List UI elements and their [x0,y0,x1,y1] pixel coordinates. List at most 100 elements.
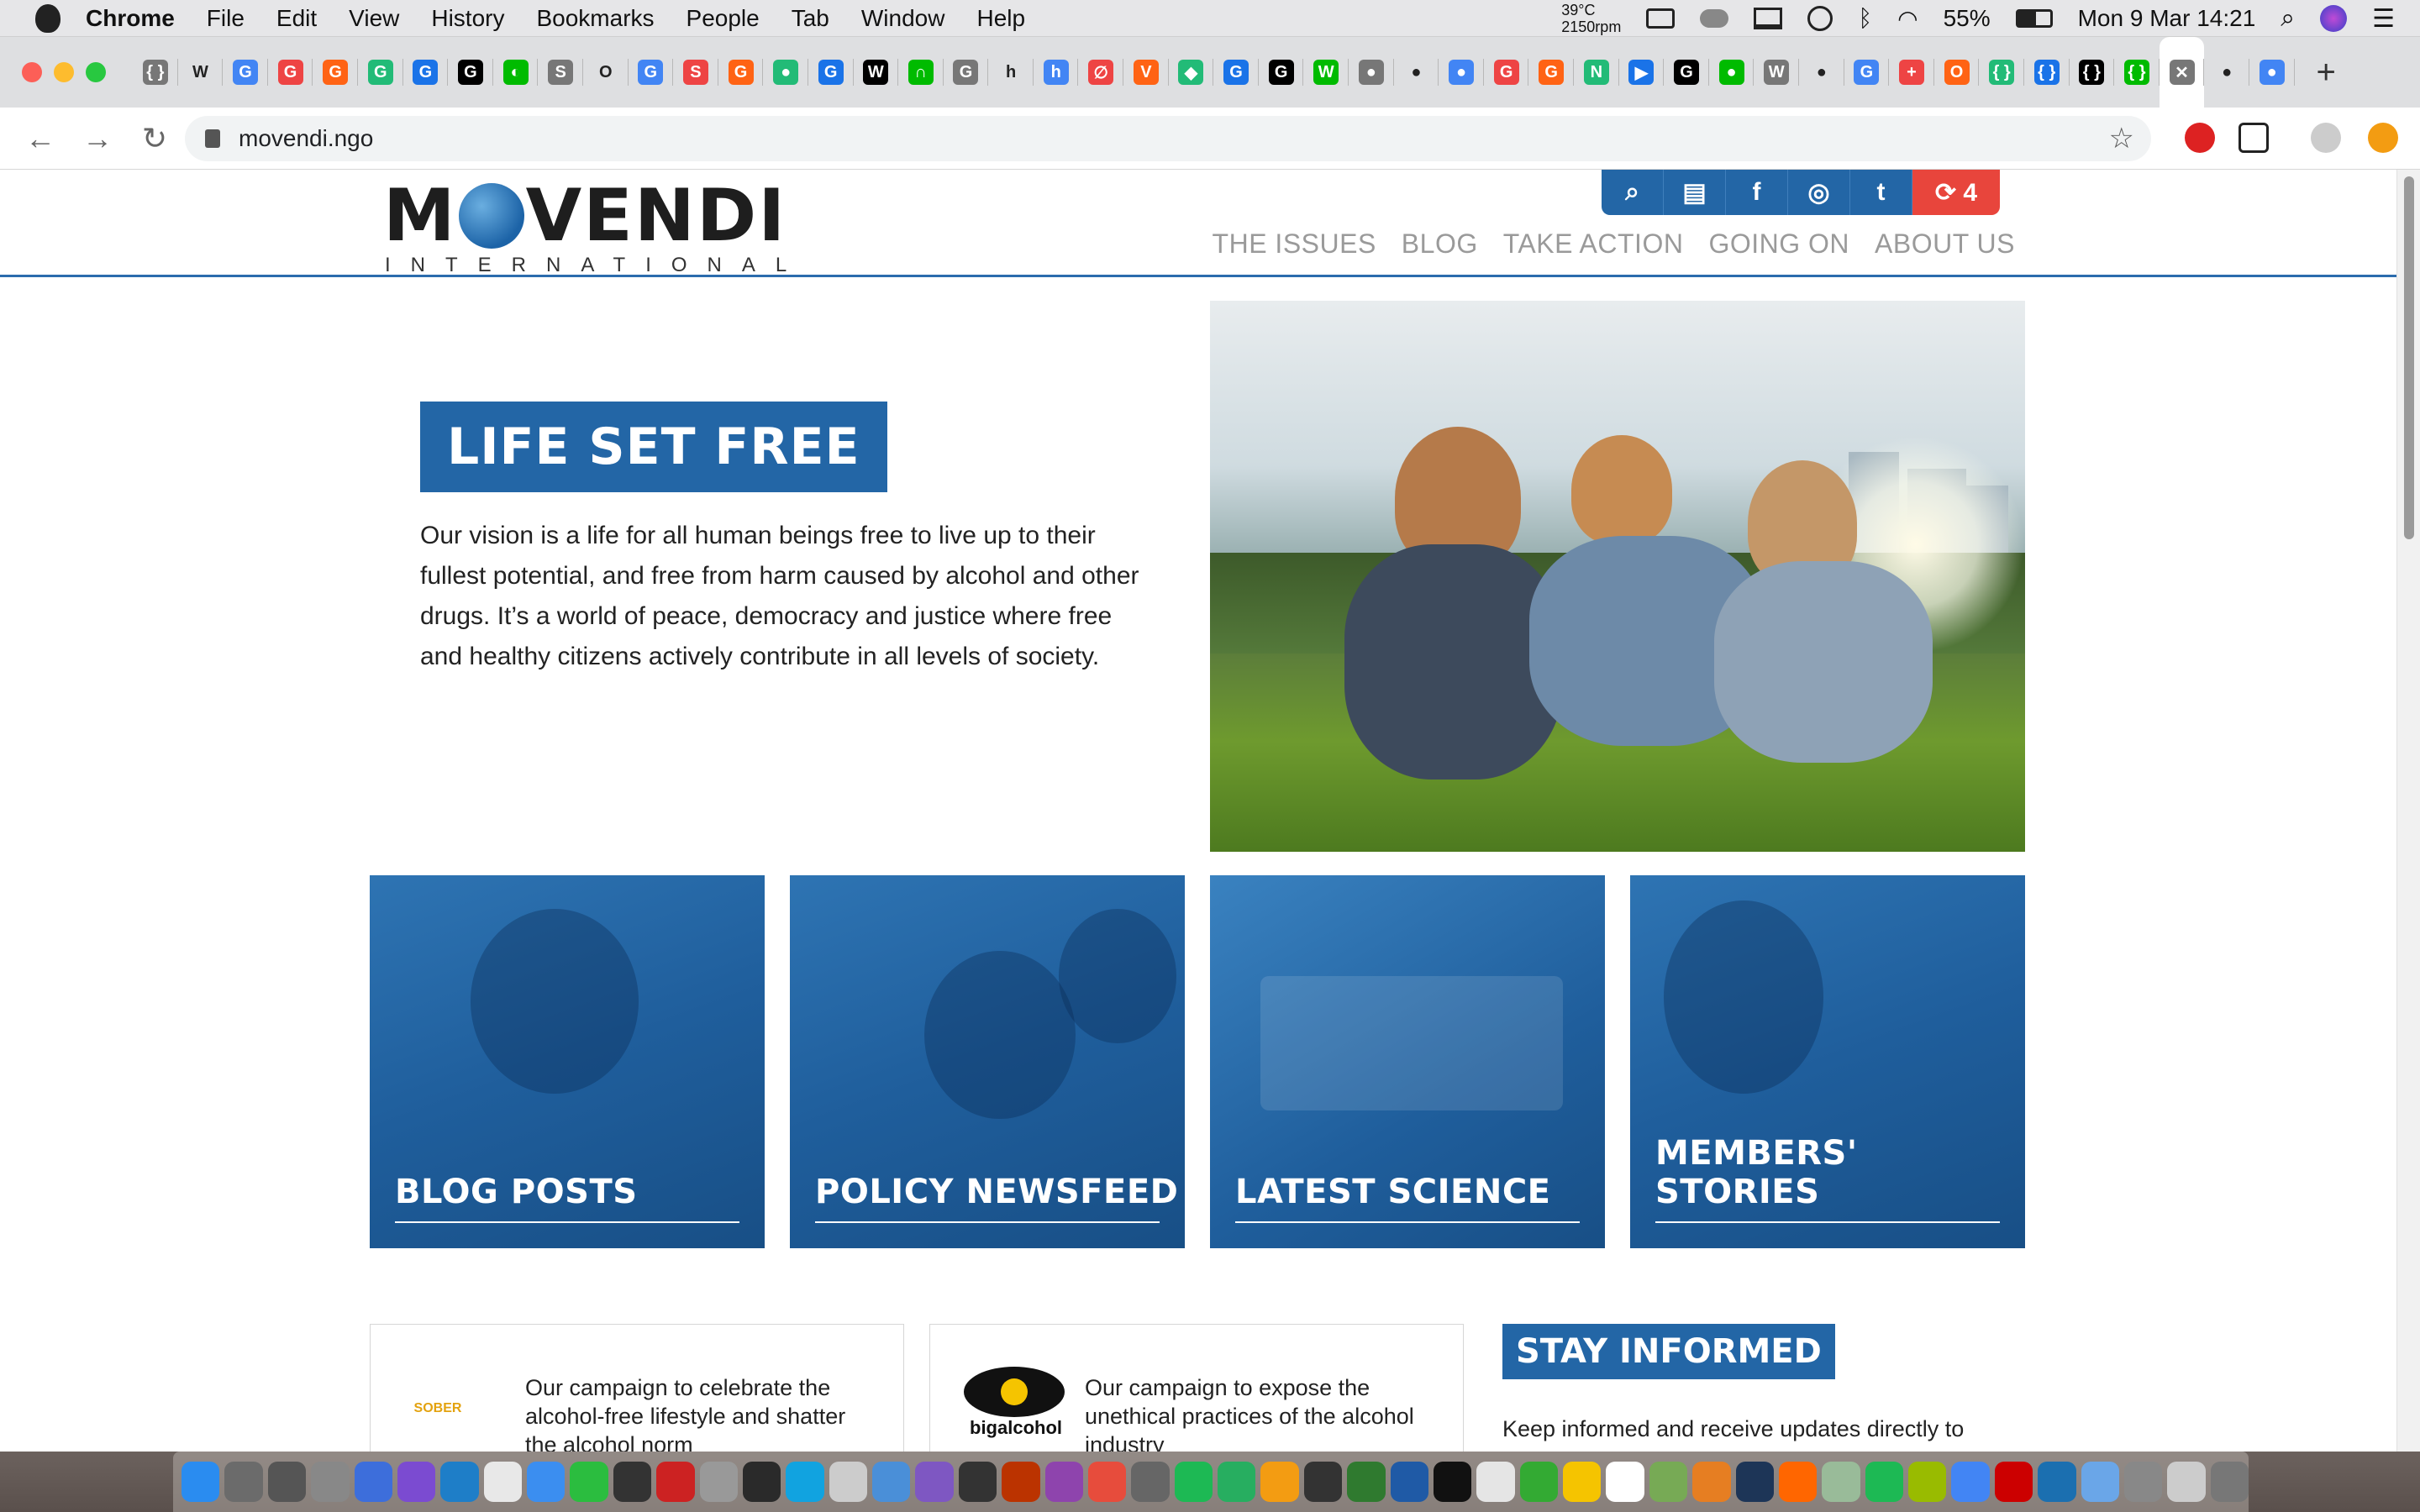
dock-app-icon[interactable] [1476,1462,1515,1502]
dock-app-icon[interactable] [224,1462,263,1502]
dock-app-icon[interactable] [1994,1462,2033,1502]
card-policy-newsfeed[interactable]: POLICY NEWSFEED [790,875,1185,1248]
display-icon[interactable] [1646,8,1676,29]
browser-tab[interactable]: ● [763,37,808,108]
dock-app-icon[interactable] [1218,1462,1256,1502]
updates-refresh-button[interactable]: ⟳ 4 [1912,170,2000,215]
dock-app-icon[interactable] [786,1462,824,1502]
browser-tab[interactable]: ∅ [1078,37,1123,108]
menu-file[interactable]: File [207,5,245,32]
dock-app-icon[interactable] [1044,1462,1083,1502]
browser-tab[interactable]: G [268,37,313,108]
dock-app-icon[interactable] [699,1462,738,1502]
browser-tab[interactable]: { } [2070,37,2115,108]
browser-tab[interactable]: W [1303,37,1349,108]
back-button[interactable]: ← [24,121,57,156]
adblock-extension-icon[interactable] [2185,123,2215,153]
promo-bigalcohol-campaign[interactable]: bigalcohol Our campaign to expose the un… [929,1324,1464,1452]
browser-tab[interactable]: { } [133,37,178,108]
dock-app-icon[interactable] [613,1462,652,1502]
menu-tab[interactable]: Tab [792,5,829,32]
dock-app-icon[interactable] [1908,1462,1947,1502]
dock-app-icon[interactable] [1822,1462,1860,1502]
nav-take-action[interactable]: TAKE ACTION [1503,228,1684,260]
siri-icon[interactable] [2320,5,2348,32]
airplay-icon[interactable] [1754,8,1783,29]
dock-app-icon[interactable] [1951,1462,1990,1502]
dock-app-icon[interactable] [1865,1462,1903,1502]
movendi-logo[interactable]: M VENDI INTERNATIONAL [383,180,807,277]
browser-tab[interactable]: W [1754,37,1799,108]
facebook-icon[interactable]: f [1726,170,1788,215]
browser-tab[interactable]: { } [2114,37,2160,108]
browser-tab[interactable]: G [1213,37,1259,108]
dock-app-icon[interactable] [656,1462,695,1502]
dock-app-icon[interactable] [570,1462,608,1502]
browser-tab[interactable]: G [1664,37,1709,108]
twitter-icon[interactable]: t [1850,170,1912,215]
update-extension-icon[interactable] [2368,123,2398,153]
dock-app-icon[interactable] [958,1462,997,1502]
browser-tab[interactable]: G [1484,37,1529,108]
dock-app-icon[interactable] [1563,1462,1602,1502]
nav-about-us[interactable]: ABOUT US [1875,228,2015,260]
clock[interactable]: Mon 9 Mar 14:21 [2078,5,2256,32]
dock-app-icon[interactable] [1303,1462,1343,1502]
battery-percent[interactable]: 55% [1944,5,1991,32]
browser-tab[interactable]: G [1528,37,1574,108]
dock-app-icon[interactable] [267,1462,307,1502]
browser-tab[interactable]: + [1889,37,1934,108]
notion-extension-icon[interactable] [2238,123,2269,153]
browser-tab[interactable]: N [1574,37,1619,108]
zoom-window-button[interactable] [86,62,106,82]
dock-app-icon[interactable] [2123,1462,2163,1502]
browser-tab[interactable]: G [358,37,403,108]
dock-app-icon[interactable] [1606,1462,1644,1502]
dock-app-icon[interactable] [1778,1462,1818,1502]
url-text[interactable]: movendi.ngo [239,125,373,152]
browser-tab[interactable]: ● [1439,37,1484,108]
browser-tab[interactable]: ● [1394,37,1439,108]
browser-tab[interactable]: W [854,37,899,108]
dock-app-icon[interactable] [1390,1462,1428,1502]
dock-app-icon[interactable] [1174,1462,1213,1502]
address-bar[interactable]: movendi.ngo ☆ [185,116,2151,161]
forward-button[interactable]: → [81,121,114,156]
menu-help[interactable]: Help [976,5,1025,32]
dock-app-icon[interactable] [182,1462,220,1502]
bluetooth-icon[interactable]: ᛒ [1858,5,1872,32]
newsletter-icon[interactable]: ▤ [1664,170,1726,215]
dock-app-icon[interactable] [1433,1462,1472,1502]
notification-center-icon[interactable]: ☰ [2372,4,2395,34]
browser-tab[interactable]: G [313,37,358,108]
spotlight-search-icon[interactable]: ⌕ [2281,4,2295,33]
browser-tab[interactable]: ● [1349,37,1394,108]
card-latest-science[interactable]: LATEST SCIENCE [1210,875,1605,1248]
browser-tab[interactable]: O [1934,37,1980,108]
menu-people[interactable]: People [687,5,760,32]
wifi-icon[interactable]: ◠ [1897,5,1918,33]
apple-menu-icon[interactable] [35,3,60,33]
instagram-icon[interactable]: ◎ [1788,170,1850,215]
browser-tab[interactable]: S [538,37,583,108]
browser-tab[interactable]: h [1034,37,1079,108]
dock-app-icon[interactable] [527,1462,566,1502]
card-members-stories[interactable]: MEMBERS' STORIES [1630,875,2025,1248]
dock-app-icon[interactable] [1002,1462,1040,1502]
browser-tab[interactable]: G [403,37,449,108]
dock-app-icon[interactable] [1087,1462,1127,1502]
dock-app-icon[interactable] [1131,1462,1170,1502]
dock-app-icon[interactable] [1519,1462,1558,1502]
dock-app-icon[interactable] [1692,1462,1731,1502]
nav-blog[interactable]: BLOG [1402,228,1478,260]
browser-tab[interactable]: O [583,37,629,108]
reload-button[interactable]: ↻ [138,121,171,156]
extension-icon[interactable] [2311,123,2341,153]
menu-app-name[interactable]: Chrome [86,5,175,32]
dock-app-icon[interactable] [397,1462,436,1502]
browser-tab[interactable]: G [944,37,989,108]
browser-tab[interactable]: V [1123,37,1169,108]
browser-tab[interactable]: W [178,37,224,108]
browser-tab[interactable]: { } [1979,37,2024,108]
scrollbar-thumb[interactable] [2404,176,2414,539]
